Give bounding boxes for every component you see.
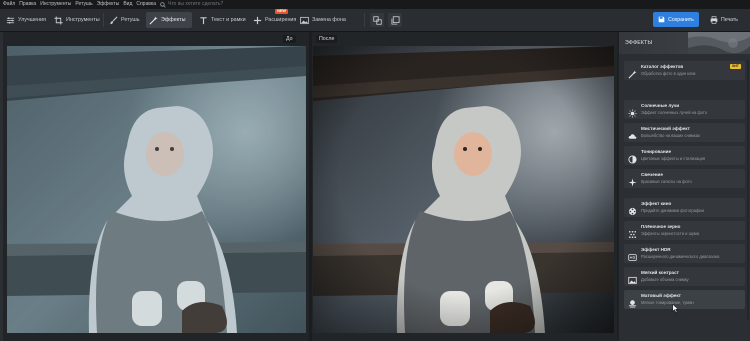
magic-wand-icon (628, 66, 637, 79)
toolbar-divider (103, 13, 104, 27)
film-reel-icon (628, 203, 637, 216)
mouse-cursor-icon (672, 304, 679, 313)
effect-item-subtitle: Цветовые эффекты и стилизация (641, 156, 706, 161)
enhance-label: Улучшения (18, 17, 46, 23)
printer-icon (710, 15, 718, 24)
effect-item-title: Тонирование (641, 149, 672, 154)
effect-item-title: Каталог эффектов (641, 64, 684, 69)
extensions-label: Расширения (265, 17, 297, 23)
after-label: После (316, 35, 338, 43)
save-label: Сохранить (668, 16, 694, 23)
effect-item-subtitle: Эффект солнечных лучей на фото (641, 110, 707, 115)
menu-edit[interactable]: Правка (17, 0, 38, 9)
effect-item-subtitle: Волшебство на ваших снимках (641, 133, 701, 138)
contrast-circle-icon (628, 151, 637, 164)
effect-item-subtitle: Красивые салюты на фото (641, 179, 692, 184)
image-icon (300, 16, 309, 24)
plus-icon (253, 16, 262, 24)
floppy-disk-icon (658, 16, 665, 23)
compare-button[interactable] (370, 13, 384, 27)
main-toolbar: Улучшения Инструменты Ретушь Эффекты Тек… (0, 9, 750, 32)
retouch-tab[interactable]: Ретушь (106, 12, 142, 28)
brush-icon (110, 16, 118, 24)
magic-wand-icon (149, 15, 158, 24)
effect-item-film-grain[interactable]: Плёночное зерно Эффекты зернистости и шу… (624, 221, 745, 240)
effect-item-title: Мистический эффект (641, 126, 690, 131)
effect-item-title: Мягкий контраст (641, 270, 679, 275)
effect-item-cinema[interactable]: Эффект кино Придайте динамики фотографии (624, 198, 745, 217)
effect-item-hdr[interactable]: Эффект HDR Расширенного динамического ди… (624, 244, 745, 263)
effect-item-sun-rays[interactable]: Солнечные лучи Эффект солнечных лучей на… (624, 100, 745, 119)
effect-item-toning[interactable]: Тонирование Цветовые эффекты и стилизаци… (624, 146, 745, 165)
print-label: Печать (721, 16, 738, 23)
text-icon (200, 16, 207, 24)
toolbar-divider (364, 13, 365, 27)
effect-item-subtitle: Эффекты зернистости и шума (641, 231, 699, 236)
fog-icon (628, 295, 637, 308)
crop-icon (54, 15, 63, 25)
before-label: До (283, 35, 296, 43)
effect-item-mystic[interactable]: Мистический эффект Волшебство на ваших с… (624, 123, 745, 142)
menu-help[interactable]: Справка (134, 0, 158, 9)
print-button[interactable]: Печать (704, 12, 744, 27)
tools-tab[interactable]: Инструменты (51, 12, 101, 28)
history-icon (390, 15, 400, 25)
menu-view[interactable]: Вид (121, 0, 134, 9)
search-icon (160, 1, 166, 8)
menu-effects[interactable]: Эффекты (95, 0, 122, 9)
compare-icon (372, 15, 382, 25)
hit-badge: ХИТ (729, 64, 741, 69)
effects-panel-title: ЭФФЕКТЫ (625, 40, 653, 46)
cloud-icon (628, 128, 637, 139)
effect-item-subtitle: Придайте динамики фотографии (641, 208, 704, 213)
menu-retouch[interactable]: Ретушь (73, 0, 94, 9)
effect-item-catalog[interactable]: Каталог эффектов Обработка фото в один к… (624, 61, 745, 80)
effect-item-title: Эффект HDR (641, 247, 671, 252)
effect-item-title: Свечение (641, 172, 663, 177)
effect-item-subtitle: Мягкое тонирование, туман (641, 300, 694, 305)
effect-item-title: Эффект кино (641, 201, 672, 206)
search-placeholder: Что вы хотите сделать? (167, 1, 224, 7)
effect-item-soft-contrast[interactable]: Мягкий контраст Добавьте объема снимку (624, 267, 745, 286)
menu-tools[interactable]: Инструменты (38, 0, 73, 9)
extensions-tab[interactable]: Расширения NEW (250, 9, 297, 28)
hdr-icon (628, 249, 637, 261)
effect-item-subtitle: Расширенного динамического диапазона (641, 254, 720, 259)
header-texture (688, 32, 750, 54)
history-button[interactable] (388, 13, 402, 27)
enhance-tab[interactable]: Улучшения (3, 12, 48, 28)
replace-background-tab[interactable]: Замена фона (297, 12, 359, 28)
effect-item-matte[interactable]: Матовый эффект Мягкое тонирование, туман (624, 290, 745, 309)
effects-tab[interactable]: Эффекты (146, 12, 192, 28)
effect-item-title: Плёночное зерно (641, 224, 681, 229)
panel-scrollbar[interactable] (747, 60, 749, 320)
text-frames-label: Текст и рамки (211, 17, 246, 23)
effect-item-glow[interactable]: Свечение Красивые салюты на фото (624, 169, 745, 188)
new-badge: NEW (275, 9, 288, 14)
effect-item-title: Матовый эффект (641, 293, 681, 298)
sliders-icon (6, 16, 15, 24)
search-box[interactable]: Что вы хотите сделать? (160, 0, 223, 9)
text-frames-tab[interactable]: Текст и рамки (196, 12, 248, 28)
grain-icon (628, 226, 637, 239)
before-photo (7, 46, 306, 333)
menu-file[interactable]: Файл (0, 0, 17, 9)
landscape-icon (628, 272, 637, 285)
effect-item-title: Солнечные лучи (641, 103, 680, 108)
retouch-label: Ретушь (121, 17, 140, 23)
save-button[interactable]: Сохранить (653, 12, 699, 27)
effect-item-subtitle: Добавьте объема снимку (641, 277, 689, 282)
effects-label: Эффекты (161, 17, 186, 23)
effect-item-subtitle: Обработка фото в один клик (641, 71, 696, 76)
tools-label: Инструменты (66, 17, 100, 23)
menu-bar: Файл Правка Инструменты Ретушь Эффекты В… (0, 0, 750, 9)
effects-panel: ЭФФЕКТЫ Каталог эффектов Обработка фото … (619, 32, 750, 341)
sparkle-icon (628, 174, 637, 187)
effects-panel-header: ЭФФЕКТЫ (619, 32, 750, 54)
before-after-divider[interactable] (309, 32, 312, 341)
sun-icon (628, 105, 637, 118)
after-photo (313, 46, 614, 333)
replace-background-label: Замена фона (312, 17, 346, 23)
